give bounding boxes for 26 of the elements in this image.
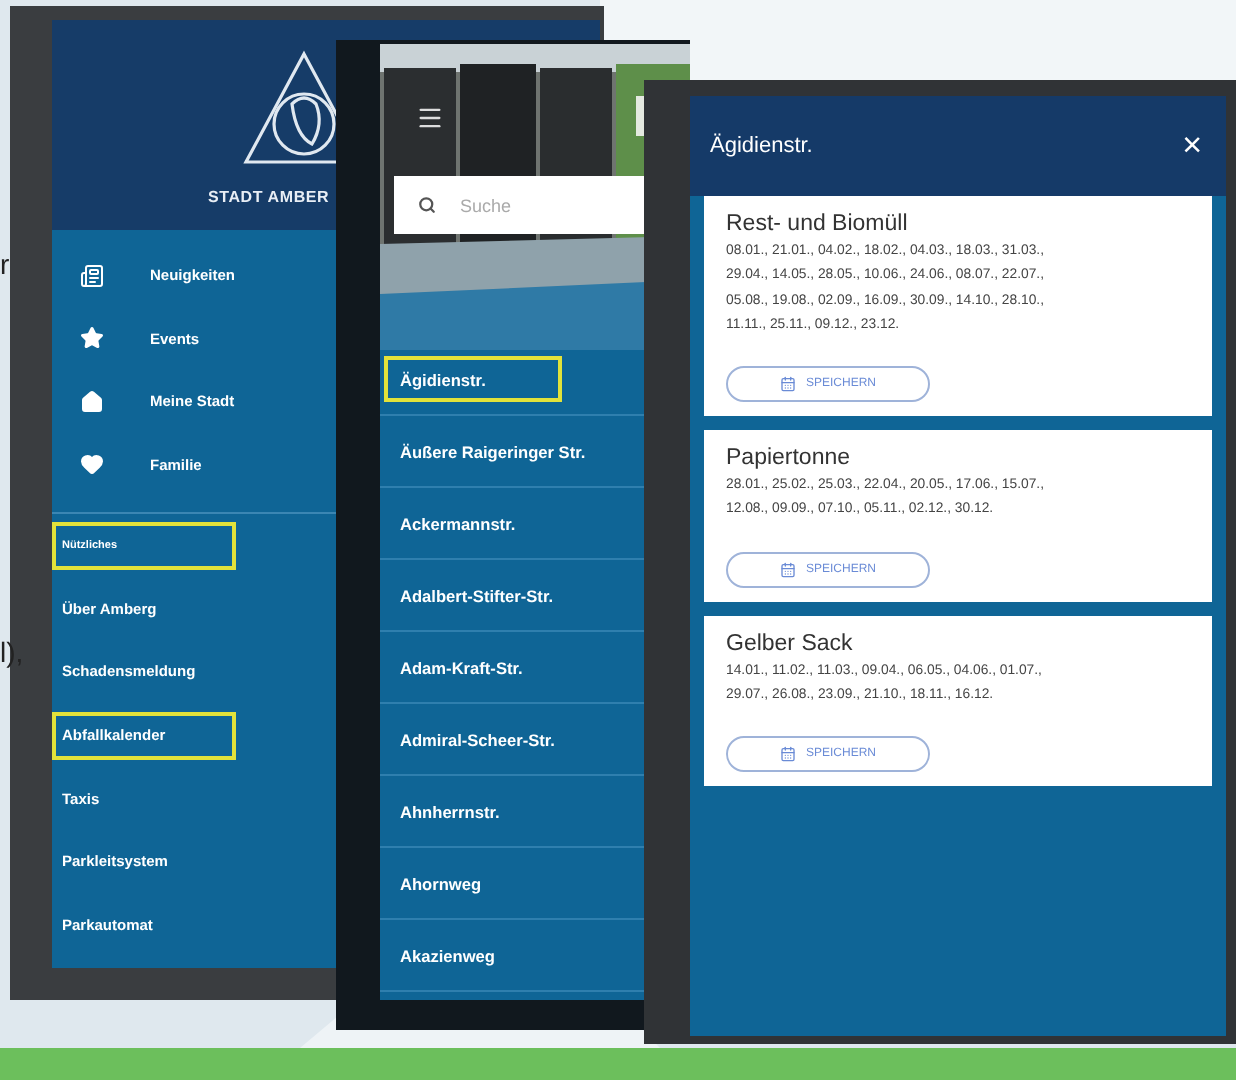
heart-icon — [80, 452, 104, 477]
menu-icon[interactable] — [416, 104, 444, 132]
calendar-icon — [779, 746, 796, 763]
star-icon — [80, 326, 104, 351]
street-item[interactable]: Ahornweg — [384, 873, 482, 893]
close-button[interactable]: × — [1182, 126, 1202, 166]
newspaper-icon — [80, 263, 104, 288]
street-item[interactable]: Adalbert-Stifter-Str. — [384, 585, 554, 605]
street-item[interactable]: Ahnherrnstr. — [384, 801, 500, 821]
street-item[interactable]: Ägidienstr. — [384, 356, 562, 402]
street-item[interactable]: Admiral-Scheer-Str. — [384, 729, 555, 749]
card-title: Rest- und Biomüll — [726, 212, 910, 236]
card-title: Gelber Sack — [726, 631, 855, 656]
dialog-title: Ägidienstr. — [710, 134, 813, 158]
search-field[interactable]: Suche — [394, 176, 644, 234]
search-icon — [418, 196, 436, 214]
street-item[interactable]: Ackermannstr. — [384, 513, 516, 533]
street-item[interactable]: Äußere Raigeringer Str. — [384, 441, 586, 461]
card-title: Papiertonne — [726, 446, 853, 471]
background-text: r — [0, 248, 10, 280]
street-item[interactable]: Adam-Kraft-Str. — [384, 657, 523, 677]
brand-name: STADT AMBER — [208, 188, 330, 206]
calendar-icon — [779, 376, 796, 393]
home-icon — [80, 389, 104, 414]
street-item[interactable]: Akazienweg — [384, 945, 495, 965]
calendar-icon — [779, 561, 796, 578]
